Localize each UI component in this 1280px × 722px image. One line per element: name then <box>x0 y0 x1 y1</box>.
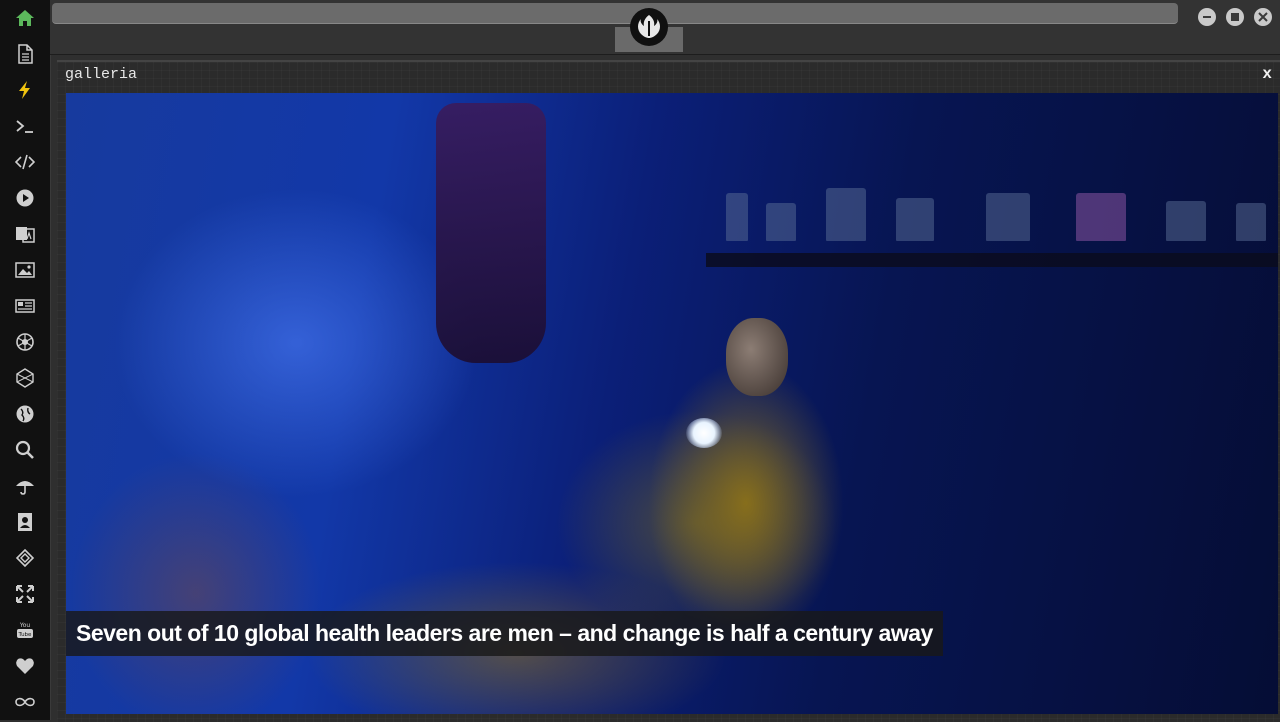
jar <box>766 203 796 241</box>
contact-icon[interactable] <box>13 510 37 534</box>
home-icon[interactable] <box>13 6 37 30</box>
panel-title: galleria <box>65 66 138 83</box>
jar <box>1076 193 1126 241</box>
sidebar: You Tube <box>0 0 51 720</box>
hanging-cloth <box>436 103 546 363</box>
jar <box>896 198 934 241</box>
galactic-empire-icon[interactable] <box>13 366 37 390</box>
image-caption: Seven out of 10 global health leaders ar… <box>66 611 943 656</box>
infinity-icon[interactable] <box>13 690 37 714</box>
image-icon[interactable] <box>13 258 37 282</box>
rebel-alliance-icon[interactable] <box>13 330 37 354</box>
code-icon[interactable] <box>13 150 37 174</box>
newspaper-icon[interactable] <box>13 294 37 318</box>
jar <box>1236 203 1266 241</box>
svg-text:You: You <box>19 622 31 629</box>
youtube-icon[interactable]: You Tube <box>13 618 37 642</box>
search-icon[interactable] <box>13 438 37 462</box>
codepen-icon[interactable] <box>13 546 37 570</box>
flashlight-glow <box>686 418 722 448</box>
shelf <box>706 253 1278 267</box>
address-bar[interactable] <box>52 3 1178 24</box>
document-icon[interactable] <box>13 42 37 66</box>
jar <box>1166 201 1206 241</box>
lightning-icon[interactable] <box>13 78 37 102</box>
svg-text:Tube: Tube <box>18 632 33 638</box>
minimize-button[interactable] <box>1198 8 1216 26</box>
maximize-button[interactable] <box>1226 8 1244 26</box>
jar <box>986 193 1030 241</box>
woman-face <box>726 318 788 396</box>
globe-icon[interactable] <box>13 402 37 426</box>
expand-icon[interactable] <box>13 582 37 606</box>
umbrella-icon[interactable] <box>13 474 37 498</box>
rebel-logo-icon[interactable] <box>630 8 668 46</box>
panel-close-button[interactable]: x <box>1262 65 1272 83</box>
terminal-icon[interactable] <box>13 114 37 138</box>
play-icon[interactable] <box>13 186 37 210</box>
jar <box>826 188 866 241</box>
jar <box>726 193 748 241</box>
translate-icon[interactable] <box>13 222 37 246</box>
heart-icon[interactable] <box>13 654 37 678</box>
close-window-button[interactable] <box>1254 8 1272 26</box>
